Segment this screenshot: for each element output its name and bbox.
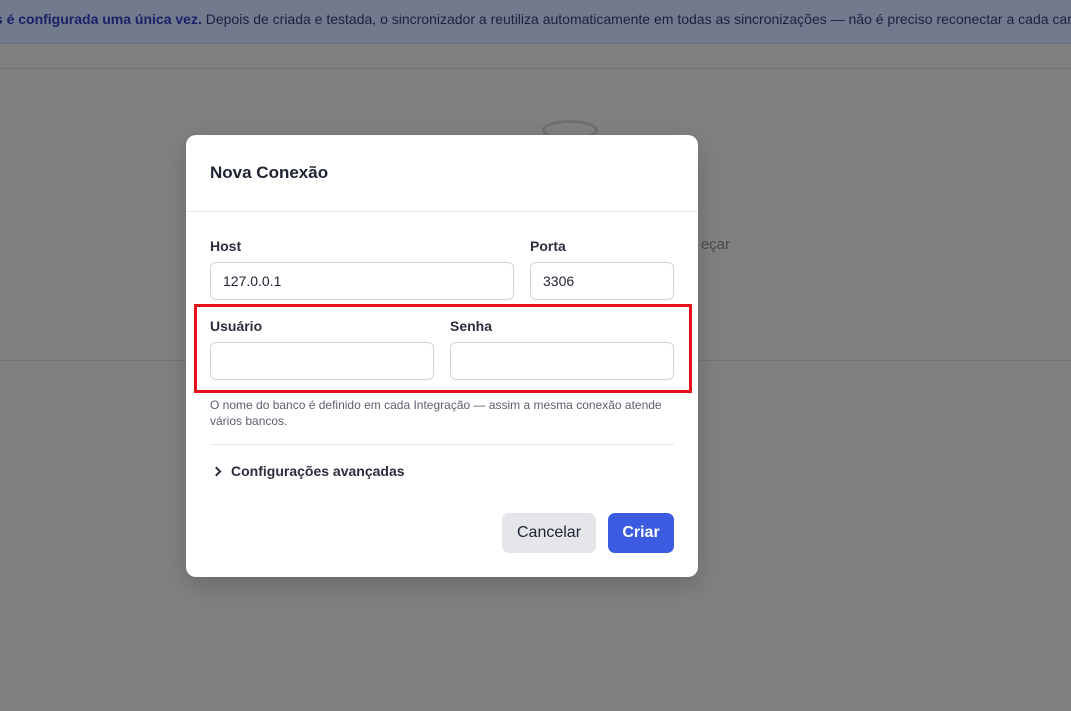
cancel-button[interactable]: Cancelar (502, 513, 596, 553)
user-input[interactable] (210, 342, 434, 380)
advanced-settings-label: Configurações avançadas (231, 463, 405, 479)
port-label: Porta (530, 238, 566, 254)
host-label: Host (210, 238, 242, 254)
create-button[interactable]: Criar (608, 513, 674, 553)
password-label: Senha (450, 318, 493, 334)
info-banner: ados é configurada uma única vez. Depois… (0, 0, 1071, 44)
help-text: O nome do banco é definido em cada Integ… (210, 398, 662, 428)
advanced-settings-toggle[interactable]: Configurações avançadas (211, 461, 405, 481)
info-banner-text: Depois de criada e testada, o sincroniza… (201, 11, 1071, 27)
user-label: Usuário (210, 318, 263, 334)
chevron-right-icon (211, 466, 222, 476)
info-banner-bold-text: ados é configurada uma única vez. (0, 11, 202, 27)
new-connection-dialog: Nova Conexão Host Porta Usuário Senha O … (186, 135, 698, 577)
dialog-title: Nova Conexão (210, 163, 329, 182)
section-divider (210, 444, 674, 445)
port-input[interactable] (530, 262, 674, 300)
dialog-header: Nova Conexão (186, 135, 698, 212)
host-input[interactable] (210, 262, 514, 300)
password-input[interactable] (450, 342, 674, 380)
